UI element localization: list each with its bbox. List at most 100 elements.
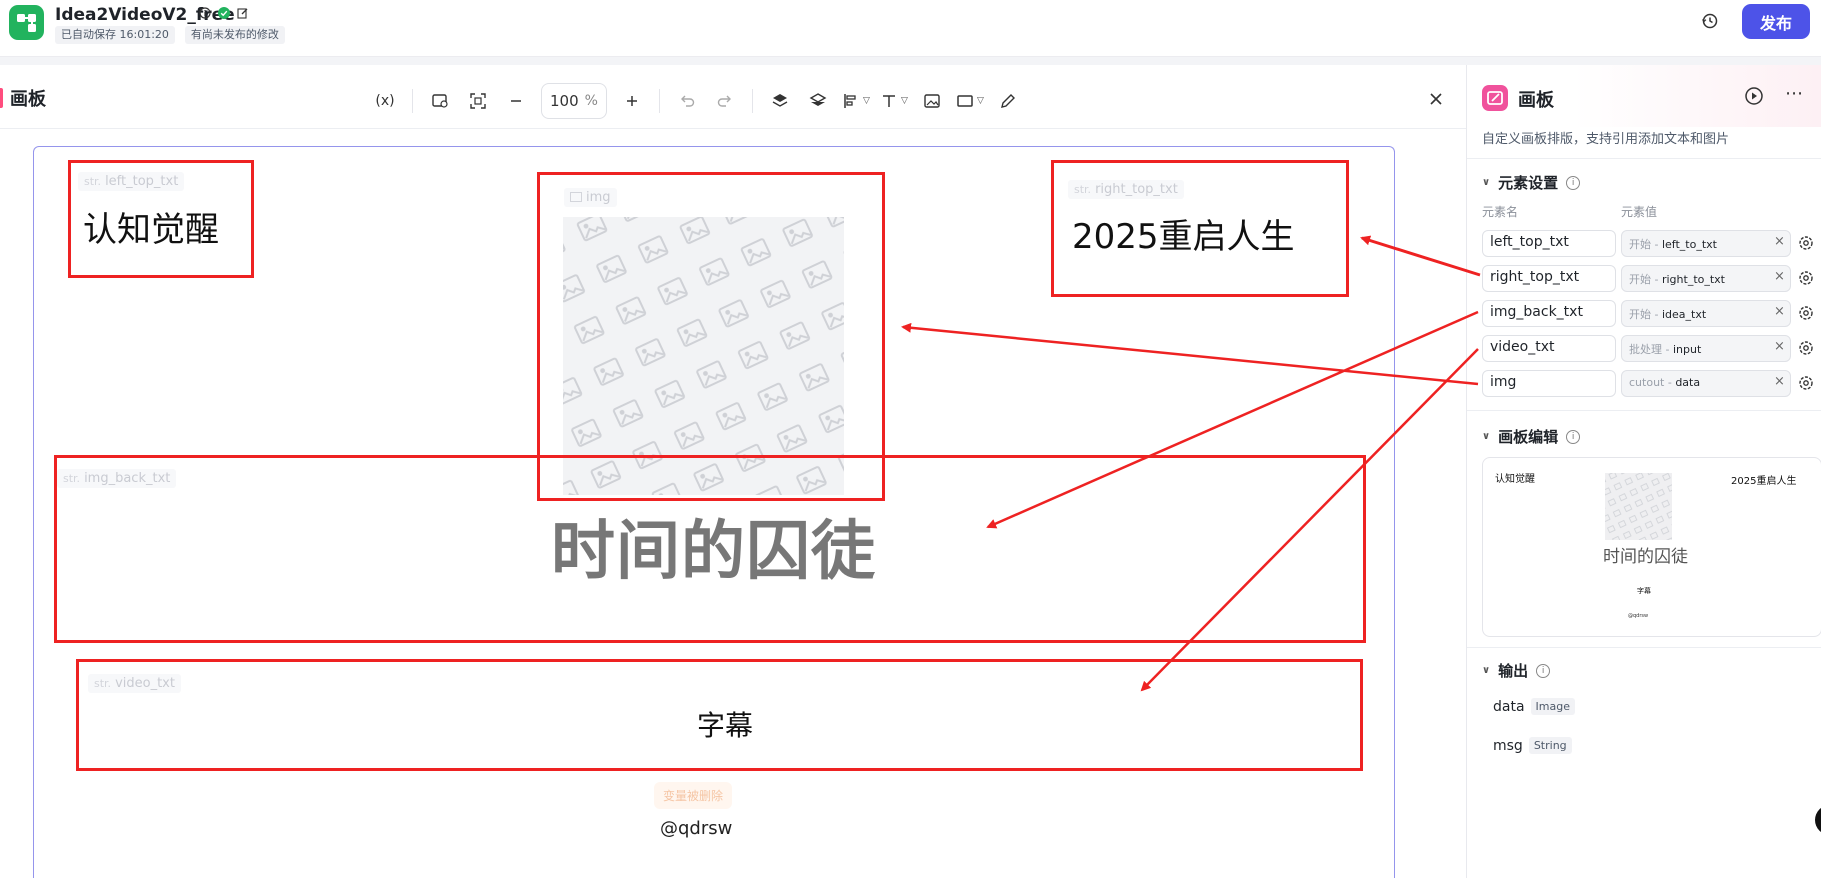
gear-icon[interactable] — [1797, 339, 1815, 357]
value-name: right_to_txt — [1661, 273, 1725, 286]
top-bar: Idea2VideoV2_free 已自动保存 16:01:20 有尚未发布的修… — [0, 0, 1821, 57]
value-separator: - — [1662, 343, 1673, 356]
node-title: 画板 — [1518, 90, 1554, 111]
field-name-input[interactable]: img — [1482, 370, 1616, 397]
clear-icon[interactable]: × — [1774, 374, 1785, 389]
title-icons — [198, 6, 250, 20]
annotation-box-right-top — [1051, 160, 1349, 297]
preview-image — [1605, 473, 1672, 540]
pen-button[interactable] — [993, 86, 1023, 116]
fit-screen-button[interactable] — [463, 86, 493, 116]
run-button[interactable] — [1744, 86, 1764, 110]
info-icon[interactable]: i — [1566, 175, 1581, 190]
edit-icon[interactable] — [236, 6, 250, 20]
section-divider — [1467, 647, 1821, 648]
autosave-badge: 已自动保存 16:01:20 — [55, 26, 175, 44]
redo-button[interactable] — [710, 86, 740, 116]
header-divider — [0, 57, 1821, 65]
published-check-icon — [217, 6, 231, 20]
output-name: msg — [1493, 737, 1523, 754]
toolbar-divider — [0, 128, 1466, 129]
artboard-settings-icon — [432, 94, 448, 108]
gear-icon[interactable] — [1797, 374, 1815, 392]
value-chip: 开始 - left_to_txt — [1629, 236, 1717, 252]
zoom-value: 100 — [550, 92, 579, 110]
value-separator: - — [1651, 308, 1662, 321]
column-header-name: 元素名 — [1482, 205, 1519, 219]
text-dropdown[interactable]: ▽ — [879, 86, 909, 116]
info-icon[interactable]: i — [1566, 429, 1581, 444]
clear-icon[interactable]: × — [1774, 269, 1785, 284]
element-settings-header[interactable]: ∨ 元素设置 i — [1482, 172, 1581, 193]
chevron-down-icon: ∨ — [1482, 431, 1491, 442]
more-icon[interactable]: ⋯ — [1785, 83, 1803, 104]
section-divider — [1467, 158, 1821, 159]
field-name-input[interactable]: video_txt — [1482, 335, 1616, 362]
output-header[interactable]: ∨ 输出 i — [1482, 660, 1551, 681]
clear-icon[interactable]: × — [1774, 339, 1785, 354]
output-type-badge: String — [1528, 737, 1572, 754]
gear-icon[interactable] — [1797, 234, 1815, 252]
variable-button[interactable]: (x) — [370, 86, 400, 116]
history-button[interactable] — [1699, 10, 1721, 32]
output-name: data — [1493, 698, 1525, 715]
canvas-preview[interactable]: 认知觉醒 2025重启人生 时间的囚徒 字幕 @qdrsw — [1482, 457, 1821, 637]
output-row: msg String — [1493, 737, 1572, 754]
fit-artboard-button[interactable] — [425, 86, 455, 116]
preview-title: 时间的囚徒 — [1603, 547, 1688, 567]
section-title: 输出 — [1498, 662, 1529, 680]
info-icon[interactable] — [198, 6, 212, 20]
field-value-select[interactable]: 开始 - right_to_txt × — [1621, 265, 1791, 292]
annotation-box-video — [76, 659, 1363, 771]
value-name: input — [1672, 343, 1702, 356]
align-dropdown[interactable]: ▽ — [841, 86, 871, 116]
zoom-input[interactable]: 100 % — [541, 83, 607, 119]
shape-dropdown[interactable]: ▽ — [955, 86, 985, 116]
output-row: data Image — [1493, 698, 1575, 715]
bring-forward-button[interactable] — [765, 86, 795, 116]
redo-icon — [717, 95, 731, 107]
zoom-in-button[interactable] — [617, 86, 647, 116]
gear-icon[interactable] — [1797, 269, 1815, 287]
node-description: 自定义画板排版，支持引用添加文本和图片 — [1482, 132, 1730, 147]
value-separator: - — [1651, 238, 1662, 251]
info-icon[interactable]: i — [1536, 663, 1551, 678]
field-name-input[interactable]: left_top_txt — [1482, 230, 1616, 257]
node-settings-panel: 画板 ⋯ 自定义画板排版，支持引用添加文本和图片 ∨ 元素设置 i 元素名 元素… — [1466, 65, 1821, 878]
field-name-input[interactable]: img_back_txt — [1482, 300, 1616, 327]
value-separator: - — [1664, 376, 1676, 389]
rectangle-icon — [957, 95, 973, 107]
undo-button[interactable] — [672, 86, 702, 116]
canvas-node-icon — [1482, 85, 1508, 111]
toolbar-separator — [752, 89, 753, 113]
unpublished-badge: 有尚未发布的修改 — [184, 26, 285, 44]
gear-icon[interactable] — [1797, 304, 1815, 322]
value-source: cutout — [1629, 376, 1665, 389]
field-value-select[interactable]: 开始 - left_to_txt × — [1621, 230, 1791, 257]
field-row: right_top_txt 开始 - right_to_txt × — [1482, 265, 1821, 292]
value-source: 开始 — [1629, 273, 1651, 286]
image-icon — [924, 94, 940, 108]
meta-tags: 已自动保存 16:01:20 有尚未发布的修改 — [55, 26, 285, 44]
value-chip: 开始 - idea_txt — [1629, 306, 1706, 322]
watermark-text[interactable]: @qdrsw — [660, 818, 732, 839]
section-divider — [1467, 410, 1821, 411]
field-name-input[interactable]: right_top_txt — [1482, 265, 1616, 292]
chevron-down-icon: ▽ — [977, 96, 984, 106]
value-name: idea_txt — [1661, 308, 1707, 321]
canvas-edit-header[interactable]: ∨ 画板编辑 i — [1482, 426, 1581, 447]
zoom-out-button[interactable] — [501, 86, 531, 116]
field-value-select[interactable]: 开始 - idea_txt × — [1621, 300, 1791, 327]
clear-icon[interactable]: × — [1774, 234, 1785, 249]
publish-button[interactable]: 发布 — [1742, 4, 1810, 39]
close-button[interactable] — [1424, 87, 1448, 111]
image-button[interactable] — [917, 86, 947, 116]
clear-icon[interactable]: × — [1774, 304, 1785, 319]
column-header-value: 元素值 — [1621, 205, 1658, 219]
close-icon — [1430, 93, 1442, 105]
field-value-select[interactable]: 批处理 - input × — [1621, 335, 1791, 362]
chevron-down-icon: ▽ — [863, 96, 870, 106]
field-row: left_top_txt 开始 - left_to_txt × — [1482, 230, 1821, 257]
send-backward-button[interactable] — [803, 86, 833, 116]
field-value-select[interactable]: cutout - data × — [1621, 370, 1791, 397]
